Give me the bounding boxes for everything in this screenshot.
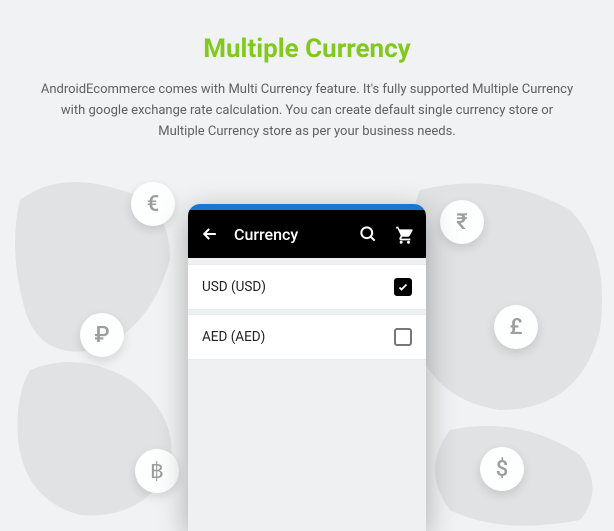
dollar-coin-icon: $ (480, 447, 524, 491)
checkbox-unchecked-icon[interactable] (394, 328, 412, 346)
page-title: Multiple Currency (0, 34, 614, 64)
ruble-coin-icon: ₽ (80, 313, 124, 357)
rupee-coin-icon: ₹ (440, 200, 484, 244)
back-icon[interactable] (200, 224, 220, 244)
appbar-title: Currency (234, 225, 344, 244)
currency-row-aed[interactable]: AED (AED) (188, 314, 426, 360)
currency-row-usd[interactable]: USD (USD) (188, 264, 426, 310)
search-icon[interactable] (358, 224, 378, 244)
page-description: AndroidEcommerce comes with Multi Curren… (40, 80, 574, 142)
cart-icon[interactable] (392, 223, 414, 245)
pound-coin-icon: £ (494, 305, 538, 349)
currency-label: AED (AED) (202, 329, 265, 345)
currency-list: USD (USD) AED (AED) (188, 258, 426, 531)
euro-coin-icon: € (131, 182, 175, 226)
currency-label: USD (USD) (202, 279, 266, 295)
baht-coin-icon: ฿ (135, 449, 179, 493)
phone-frame: Currency USD (USD) AED (AED) (188, 204, 426, 531)
checkbox-checked-icon[interactable] (394, 278, 412, 296)
app-bar: Currency (188, 210, 426, 258)
